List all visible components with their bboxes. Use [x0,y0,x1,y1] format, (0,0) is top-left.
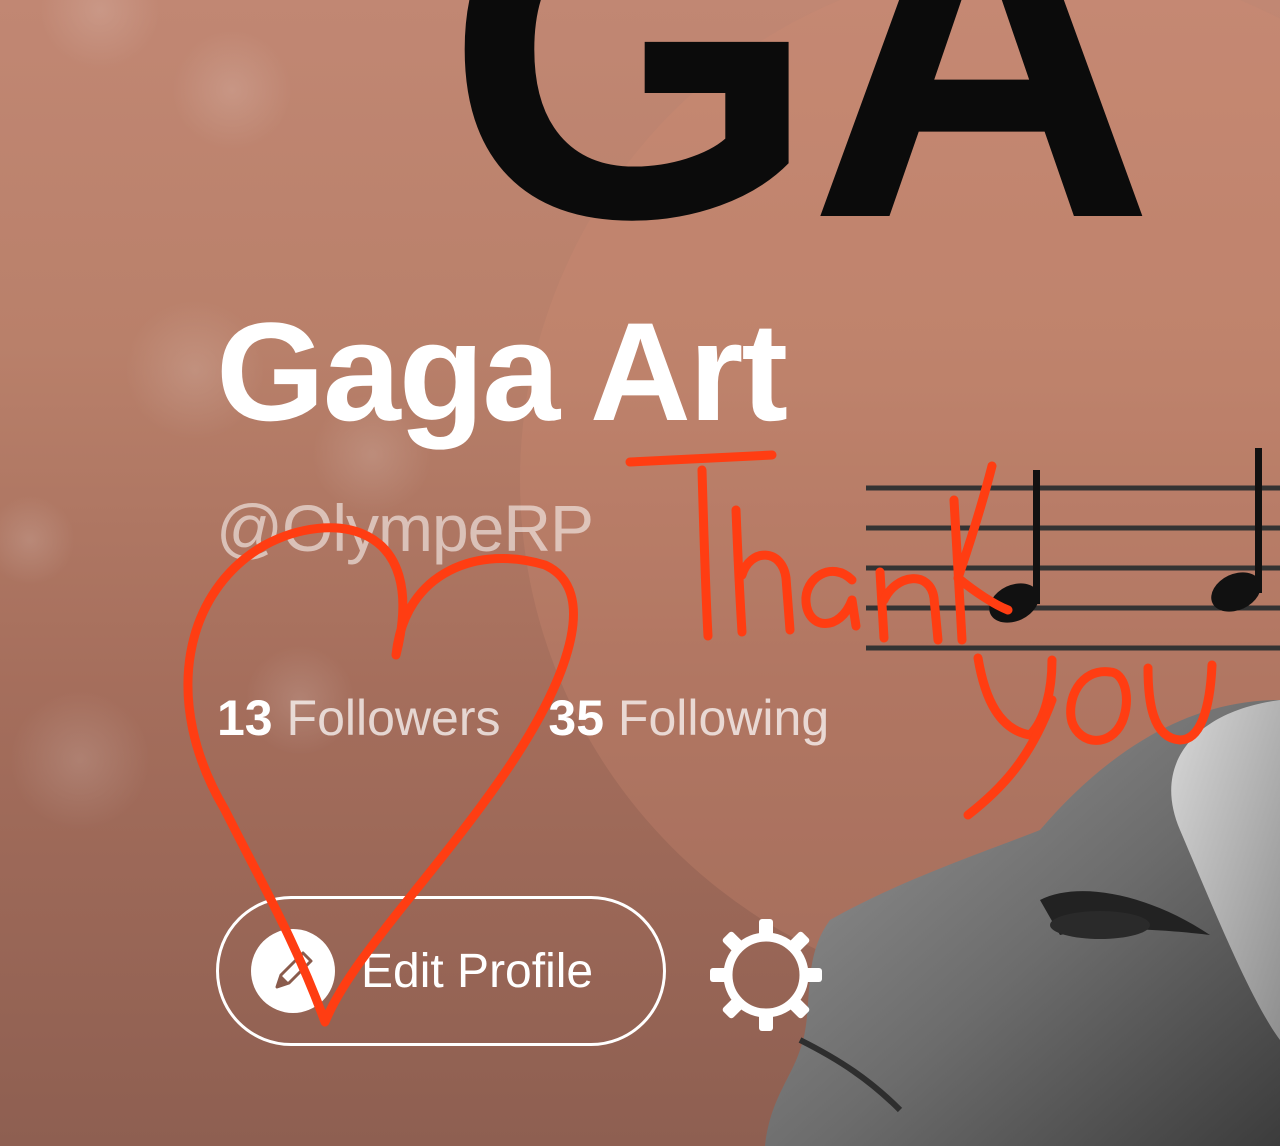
edit-profile-label: Edit Profile [361,944,594,998]
gear-icon[interactable] [708,917,824,1033]
followers-count: 13 [217,690,273,746]
profile-name: Gaga Art [216,293,788,450]
edit-profile-button[interactable]: Edit Profile [216,896,666,1046]
following-link[interactable]: 35 Following [548,690,829,746]
following-count: 35 [548,690,605,746]
followers-link[interactable]: 13 Followers [217,690,514,746]
profile-handle: @OlympeRP [216,491,594,565]
followers-label: Followers [286,690,501,746]
banner-title: GA [445,0,1155,318]
profile-stats: 13 Followers 35 Following [217,688,829,748]
following-label: Following [617,690,830,746]
pencil-icon [251,929,335,1013]
